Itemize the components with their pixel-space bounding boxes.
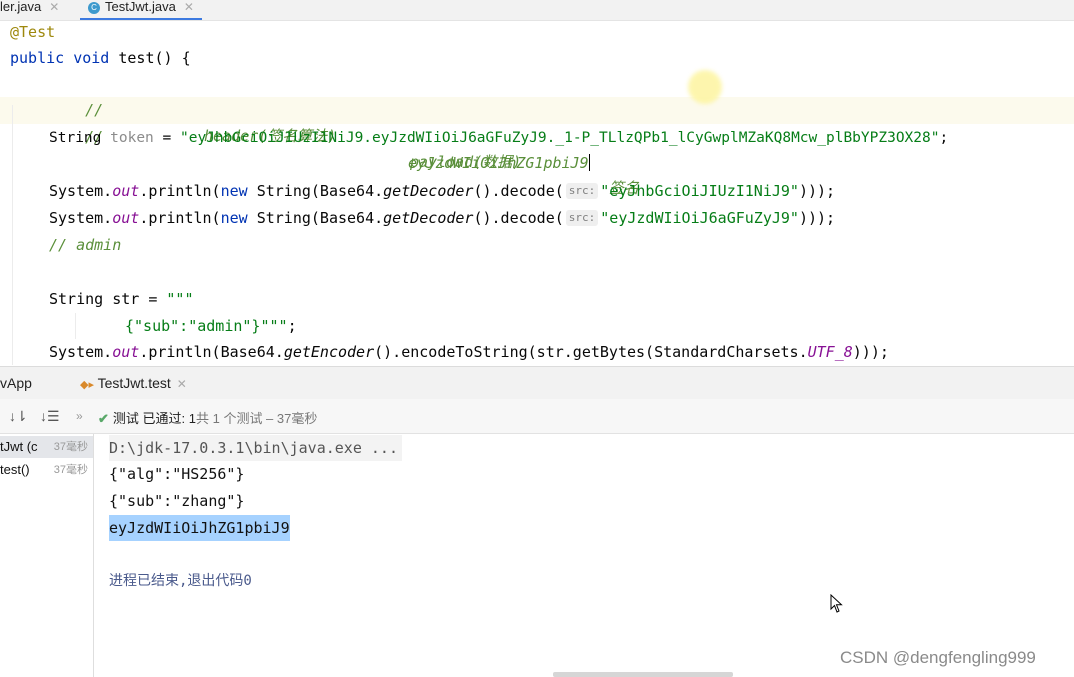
close-icon[interactable]: ✕ (177, 377, 187, 391)
console-line-exit: 进程已结束,退出代码0 (109, 573, 252, 589)
close-icon[interactable]: ✕ (49, 0, 59, 14)
test-status: ✔ 测试 已通过: 1共 1 个测试 – 37毫秒 (98, 408, 317, 427)
text-caret (588, 154, 591, 171)
tree-item-time: 37毫秒 (53, 441, 88, 453)
horizontal-scrollbar[interactable] (553, 672, 733, 677)
java-class-icon: C (88, 2, 100, 14)
status-detail: 共 1 个测试 – 37毫秒 (195, 411, 318, 426)
code-line-annotation: @Test (10, 23, 56, 41)
run-tab-app[interactable]: vApp (0, 375, 32, 391)
indent-guide (75, 313, 76, 339)
console-line: {"sub":"zhang"} (109, 492, 245, 510)
watermark: CSDN @dengfengling999 (840, 648, 1036, 667)
indent-guide (12, 105, 13, 365)
sort-alpha-icon[interactable]: ↓⇂ (9, 408, 28, 425)
code-line-str-body: {"sub":"admin"}"""; (125, 317, 297, 335)
console-line-selected: eyJzdWIiOiJhZG1pbiJ9 (109, 515, 290, 541)
tree-item-label: test() (0, 462, 30, 477)
mouse-pointer-icon (830, 594, 843, 613)
code-editor[interactable]: @Test public void test() { // header(签名算… (0, 21, 1074, 365)
more-chevron-icon[interactable]: » (76, 409, 83, 423)
run-config-icon: ◆▸ (80, 379, 94, 391)
console-line: {"alg":"HS256"} (109, 465, 245, 483)
code-line-comment-header: // header(签名算法) payload(数据) 签名 (85, 101, 640, 197)
code-line-comment-value: // eyJzdWIiOiJhZG1pbiJ9 (85, 128, 591, 172)
code-line-print-encode: System.out.println(Base64.getEncoder().e… (49, 343, 889, 361)
console-output[interactable]: D:\jdk-17.0.3.1\bin\java.exe ... {"alg":… (94, 434, 1074, 677)
close-icon[interactable]: ✕ (184, 0, 194, 14)
code-line-signature: public void test() { (10, 49, 191, 67)
tab-label: ler.java (0, 0, 42, 14)
code-line-comment-admin: // admin (49, 236, 122, 254)
code-line-str-decl: String str = """ (49, 290, 194, 308)
console-line-command: D:\jdk-17.0.3.1\bin\java.exe ... (109, 435, 402, 461)
tab-ler-java[interactable]: ler.java ✕ (0, 0, 59, 20)
test-tree: tJwt (c 37毫秒 test() 37毫秒 (0, 434, 94, 677)
editor-tab-bar: ler.java ✕ C TestJwt.java ✕ (0, 0, 1074, 21)
tab-label: TestJwt.java (105, 0, 176, 14)
param-hint: src: (565, 210, 599, 226)
tree-item-method[interactable]: test() 37毫秒 (0, 459, 93, 481)
sort-duration-icon[interactable]: ↓☰ (40, 408, 60, 425)
code-line-print-payload: System.out.println(new String(Base64.get… (49, 209, 836, 227)
code-line-print-header: System.out.println(new String(Base64.get… (49, 182, 836, 200)
check-icon: ✔ (98, 411, 109, 426)
tree-item-class[interactable]: tJwt (c 37毫秒 (0, 436, 93, 458)
test-toolbar: ↓⇂ ↓☰ » ✔ 测试 已通过: 1共 1 个测试 – 37毫秒 (0, 399, 1074, 434)
run-tab-testjwt[interactable]: ◆▸ TestJwt.test ✕ (80, 375, 187, 391)
tree-item-label: tJwt (c (0, 439, 38, 454)
code-line-token: String token = "eyJhbGciOiJIUzI1NiJ9.eyJ… (49, 130, 949, 146)
status-label: 测试 已通过: 1 (112, 411, 196, 426)
run-tab-label: TestJwt.test (97, 375, 171, 391)
tab-testjwt-java[interactable]: C TestJwt.java ✕ (80, 0, 202, 20)
run-tab-bar: vApp ◆▸ TestJwt.test ✕ (0, 366, 1074, 399)
tree-item-time: 37毫秒 (53, 464, 88, 476)
param-hint: src: (565, 183, 599, 199)
